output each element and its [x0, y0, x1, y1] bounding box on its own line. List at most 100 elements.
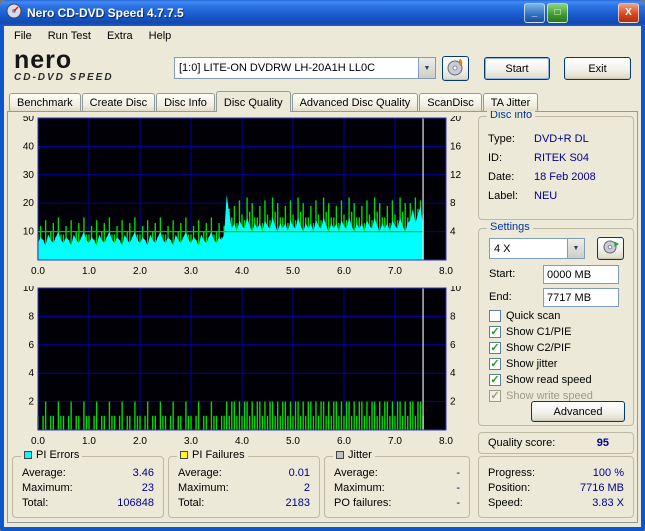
pi-failures-title: PI Failures — [192, 449, 245, 461]
row-value: 3.46 — [132, 467, 154, 479]
disc-label-value: NEU — [534, 190, 558, 202]
quality-score-value: 95 — [596, 437, 609, 449]
app-icon — [6, 3, 22, 24]
row-label: Label: — [488, 190, 518, 202]
start-button[interactable]: Start — [484, 57, 550, 80]
checkbox-box: ✓ — [489, 389, 501, 402]
svg-text:4.0: 4.0 — [235, 436, 249, 447]
disc-type-value: DVD+R DL — [534, 133, 589, 145]
titlebar[interactable]: Nero CD-DVD Speed 4.7.7.5 _ □ X — [0, 0, 645, 26]
tab-ta-jitter[interactable]: TA Jitter — [482, 93, 539, 111]
row-value: - — [456, 467, 460, 479]
maximize-icon: □ — [554, 7, 561, 18]
menu-extra[interactable]: Extra — [99, 27, 141, 45]
check-icon: ✓ — [490, 341, 500, 354]
checkbox-show-c1-pie[interactable]: ✓ Show C1/PIE — [489, 325, 571, 338]
row-label: Average: — [334, 467, 378, 479]
row-value: 106848 — [117, 497, 154, 509]
app-window: Nero CD-DVD Speed 4.7.7.5 _ □ X File Run… — [0, 0, 645, 531]
svg-text:6: 6 — [450, 340, 456, 351]
progress-value: 100 % — [592, 467, 624, 479]
disc-date-value: 18 Feb 2008 — [534, 171, 596, 183]
menu-file[interactable]: File — [6, 27, 40, 45]
svg-text:3.0: 3.0 — [184, 266, 198, 277]
dropdown-arrow-icon[interactable]: ▼ — [418, 58, 435, 78]
exit-button[interactable]: Exit — [564, 57, 631, 80]
svg-text:2: 2 — [28, 397, 34, 408]
disc-info-box: Disc info Type: DVD+R DL ID: RITEK S04 Dat… — [478, 109, 634, 220]
speed-label: Speed: — [488, 497, 523, 509]
tab-advanced-disc-quality[interactable]: Advanced Disc Quality — [291, 93, 419, 111]
checkbox-show-c2-pif[interactable]: ✓ Show C2/PIF — [489, 341, 571, 354]
dropdown-arrow-icon[interactable]: ▼ — [567, 239, 584, 258]
svg-text:0.0: 0.0 — [31, 436, 45, 447]
end-mb-field[interactable] — [543, 288, 619, 307]
disc-quality-panel: 10 20 30 40 50 4 8 12 16 20 0.0 1.0 2.0 3.0 4.0 5.0 6.0 7… — [7, 109, 638, 523]
tab-create-disc[interactable]: Create Disc — [81, 93, 156, 111]
tab-benchmark[interactable]: Benchmark — [9, 93, 81, 111]
row-value: - — [456, 497, 460, 509]
window-body: File Run Test Extra Help nero CD-DVD SPE… — [0, 26, 645, 531]
menu-help[interactable]: Help — [141, 27, 180, 45]
row-label: Maximum: — [22, 482, 73, 494]
svg-text:1.0: 1.0 — [82, 436, 96, 447]
settings-box: Settings 4 X ▼ Start: En — [478, 221, 634, 426]
svg-text:8.0: 8.0 — [439, 266, 453, 277]
maximize-button[interactable]: □ — [547, 3, 568, 23]
burn-button[interactable] — [442, 56, 469, 81]
row-label: PO failures: — [334, 497, 392, 509]
pi-failures-box: PI Failures Average: 0.01 Maximum: 2 Total… — [168, 449, 320, 518]
svg-text:16: 16 — [450, 141, 462, 152]
check-icon: ✓ — [490, 373, 500, 386]
close-icon: X — [625, 7, 632, 18]
minimize-button[interactable]: _ — [524, 3, 545, 23]
jitter-color-swatch — [336, 451, 344, 459]
svg-text:8: 8 — [28, 311, 34, 322]
svg-text:4: 4 — [450, 368, 456, 379]
advanced-button[interactable]: Advanced — [531, 401, 625, 422]
svg-text:10: 10 — [450, 286, 462, 294]
jitter-title: Jitter — [348, 449, 372, 461]
drive-select[interactable]: [1:0] LITE-ON DVDRW LH-20A1H LL0C ▼ — [174, 57, 436, 79]
row-label: Type: — [488, 133, 515, 145]
jitter-box: Jitter Average: - Maximum: - PO failures: - — [324, 449, 470, 518]
svg-text:0.0: 0.0 — [31, 266, 45, 277]
checkbox-show-jitter[interactable]: ✓ Show jitter — [489, 357, 557, 370]
tab-disc-quality[interactable]: Disc Quality — [215, 91, 291, 112]
nero-logo-subtext: CD-DVD SPEED — [14, 72, 114, 83]
nero-logo: nero CD-DVD SPEED — [14, 48, 164, 84]
tab-scandisc[interactable]: ScanDisc — [419, 93, 482, 111]
burning-disc-icon — [446, 58, 466, 79]
start-mb-field[interactable] — [543, 265, 619, 284]
speed-select[interactable]: 4 X ▼ — [489, 238, 585, 259]
checkbox-box: ✓ — [489, 309, 501, 322]
header-toolbar: nero CD-DVD SPEED [1:0] LITE-ON DVDRW LH… — [4, 46, 641, 90]
row-label: ID: — [488, 152, 503, 164]
row-value: 0.01 — [288, 467, 310, 479]
check-icon: ✓ — [490, 357, 500, 370]
pi-errors-box: PI Errors Average: 3.46 Maximum: 23 Total:… — [12, 449, 164, 518]
svg-text:2.0: 2.0 — [133, 436, 147, 447]
row-value: - — [456, 482, 460, 494]
speed-select-value: 4 X — [494, 243, 511, 255]
row-value: 23 — [141, 482, 154, 494]
svg-text:8.0: 8.0 — [439, 436, 453, 447]
menu-run-test[interactable]: Run Test — [40, 27, 99, 45]
svg-text:8: 8 — [450, 198, 456, 209]
svg-text:20: 20 — [450, 116, 462, 124]
drive-select-value: [1:0] LITE-ON DVDRW LH-20A1H LL0C — [179, 62, 376, 74]
tab-disc-info[interactable]: Disc Info — [156, 93, 215, 111]
svg-text:1.0: 1.0 — [82, 266, 96, 277]
checkbox-quick-scan[interactable]: ✓ Quick scan — [489, 309, 560, 322]
row-label: Date: — [488, 171, 515, 183]
pif-chart: 2 4 6 8 10 2 4 6 8 10 0.0 1.0 2.0 3.0 4.0 5.0 6.0 7.0 8.0 — [12, 283, 470, 450]
checkbox-box: ✓ — [489, 357, 501, 370]
start-mb-label: Start: — [489, 268, 516, 280]
checkbox-show-read-speed[interactable]: ✓ Show read speed — [489, 373, 592, 386]
row-value: 2 — [303, 482, 310, 494]
svg-text:4: 4 — [450, 227, 456, 238]
close-button[interactable]: X — [618, 3, 639, 23]
row-label: Total: — [178, 497, 205, 509]
reload-disc-button[interactable] — [597, 237, 624, 260]
speed-value: 3.83 X — [592, 497, 624, 509]
